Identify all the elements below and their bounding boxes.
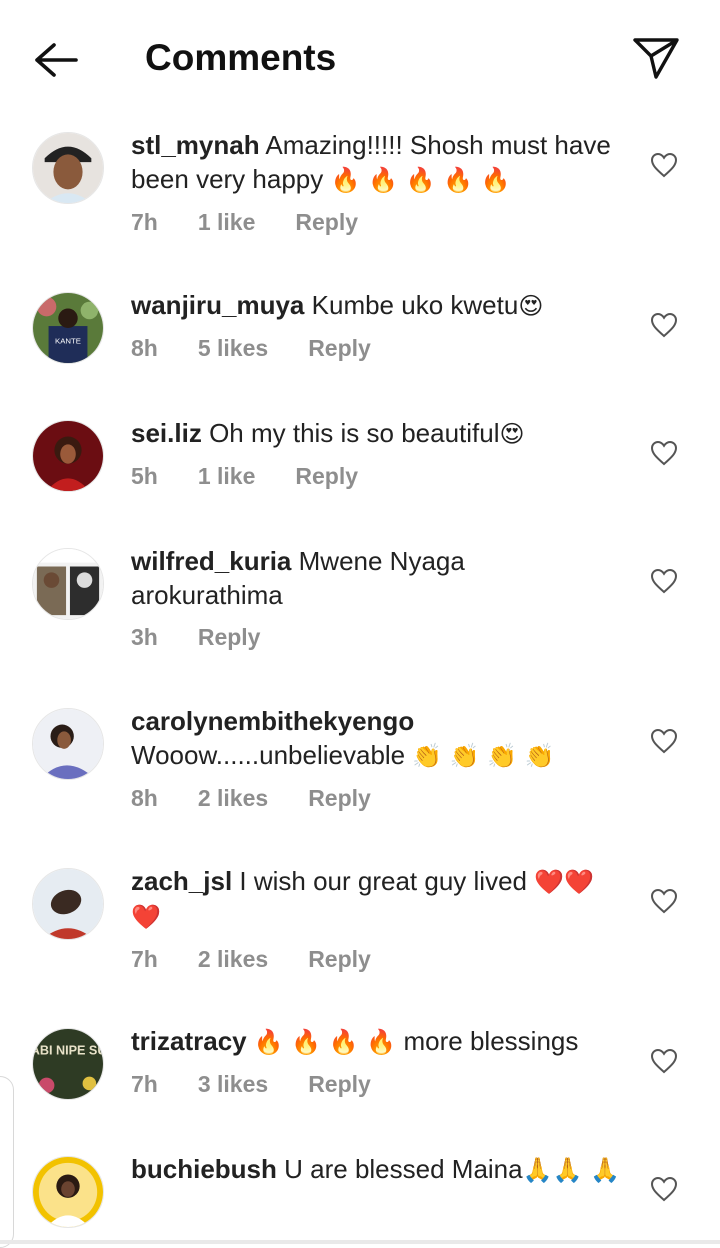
heart-outline-icon[interactable] <box>650 888 678 914</box>
like-count[interactable]: 3 likes <box>198 1067 268 1101</box>
comment-meta: 5h 1 like Reply <box>131 459 621 493</box>
comment-text: sei.liz Oh my this is so beautiful😍 <box>131 418 525 448</box>
timestamp: 7h <box>131 209 158 235</box>
reply-button[interactable]: Reply <box>308 781 371 815</box>
username[interactable]: sei.liz <box>131 418 202 448</box>
username[interactable]: wanjiru_muya <box>131 290 304 320</box>
comment-meta: 7h 2 likes Reply <box>131 942 621 976</box>
username[interactable]: wilfred_kuria <box>131 546 291 576</box>
heart-outline-icon[interactable] <box>650 440 678 466</box>
heart-outline-icon[interactable] <box>650 728 678 754</box>
comment-meta: 3h Reply <box>131 620 621 654</box>
reply-button[interactable]: Reply <box>295 205 358 239</box>
comment-text: wanjiru_muya Kumbe uko kwetu😍 <box>131 290 544 320</box>
username[interactable]: trizatracy <box>131 1026 247 1056</box>
avatar[interactable] <box>32 1156 104 1228</box>
page-title: Comments <box>145 37 337 78</box>
comment-body: sei.liz Oh my this is so beautiful😍 5h 1 … <box>131 416 621 493</box>
like-count[interactable]: 1 like <box>198 459 256 493</box>
timestamp: 7h <box>131 946 158 972</box>
comment-meta: 7h 1 like Reply <box>131 205 621 239</box>
like-count[interactable]: 2 likes <box>198 942 268 976</box>
comment-body: buchiebush U are blessed Maina🙏🙏 🙏 <box>131 1152 621 1187</box>
comment-body: wanjiru_muya Kumbe uko kwetu😍 8h 5 likes R… <box>131 288 621 365</box>
comment-body: zach_jsl I wish our great guy lived ❤️❤️… <box>131 864 621 976</box>
bottom-divider <box>0 1240 720 1244</box>
reply-button[interactable]: Reply <box>308 331 371 365</box>
avatar[interactable] <box>32 868 104 940</box>
reply-button[interactable]: Reply <box>198 620 261 654</box>
username[interactable]: carolynembithekyengo <box>131 706 414 736</box>
clapping-emoji: 👏 👏 👏 👏 <box>412 742 555 770</box>
fire-emoji: 🔥 🔥 🔥 🔥 <box>253 1028 397 1056</box>
paper-plane-icon <box>633 38 679 79</box>
comment-text: zach_jsl I wish our great guy lived ❤️❤️… <box>131 866 594 931</box>
edge-swipe-handle[interactable] <box>0 1076 14 1248</box>
like-count[interactable]: 2 likes <box>198 781 268 815</box>
header-bar: Comments <box>0 0 720 116</box>
heart-eyes-emoji: 😍 <box>518 292 544 320</box>
heart-outline-icon[interactable] <box>650 1176 678 1202</box>
comment-body: trizatracy 🔥 🔥 🔥 🔥 more blessings 7h 3 li… <box>131 1024 621 1101</box>
comment-text: buchiebush U are blessed Maina🙏🙏 🙏 <box>131 1154 620 1184</box>
username[interactable]: stl_mynah <box>131 130 260 160</box>
avatar[interactable] <box>32 420 104 492</box>
share-button[interactable] <box>628 30 684 86</box>
heart-outline-icon[interactable] <box>650 152 678 178</box>
comment-text: carolynembithekyengo Wooow......unbelieva… <box>131 706 555 770</box>
svg-text:KANTE: KANTE <box>55 337 81 346</box>
username[interactable]: buchiebush <box>131 1154 277 1184</box>
avatar[interactable] <box>32 132 104 204</box>
heart-outline-icon[interactable] <box>650 1048 678 1074</box>
heart-outline-icon[interactable] <box>650 568 678 594</box>
arrow-left-icon <box>35 43 78 77</box>
comment-text: stl_mynah Amazing!!!!! Shosh must have b… <box>131 130 611 194</box>
comment-body: stl_mynah Amazing!!!!! Shosh must have b… <box>131 128 621 239</box>
comment-meta: 7h 3 likes Reply <box>131 1067 621 1101</box>
like-count[interactable]: 5 likes <box>198 331 268 365</box>
svg-text:YA RABI NIPE SUBRA: YA RABI NIPE SUBRA <box>33 1043 103 1057</box>
comment-meta: 8h 2 likes Reply <box>131 781 621 815</box>
avatar[interactable]: YA RABI NIPE SUBRA <box>32 1028 104 1100</box>
comment-body: carolynembithekyengo Wooow......unbelieva… <box>131 704 621 815</box>
timestamp: 8h <box>131 785 158 811</box>
timestamp: 7h <box>131 1071 158 1097</box>
heart-outline-icon[interactable] <box>650 312 678 338</box>
timestamp: 5h <box>131 463 158 489</box>
timestamp: 8h <box>131 335 158 361</box>
like-count[interactable]: 1 like <box>198 205 256 239</box>
back-button[interactable] <box>28 36 84 84</box>
heart-eyes-emoji: 😍 <box>499 420 525 448</box>
reply-button[interactable]: Reply <box>295 459 358 493</box>
fire-emoji: 🔥 🔥 🔥 🔥 🔥 <box>330 166 511 194</box>
avatar[interactable] <box>32 548 104 620</box>
reply-button[interactable]: Reply <box>308 942 371 976</box>
timestamp: 3h <box>131 624 158 650</box>
comment-meta: 8h 5 likes Reply <box>131 331 621 365</box>
username[interactable]: zach_jsl <box>131 866 232 896</box>
comment-text: trizatracy 🔥 🔥 🔥 🔥 more blessings <box>131 1026 579 1056</box>
reply-button[interactable]: Reply <box>308 1067 371 1101</box>
comment-text: wilfred_kuria Mwene Nyaga arokurathima <box>131 546 465 610</box>
avatar[interactable] <box>32 708 104 780</box>
avatar[interactable]: KANTE <box>32 292 104 364</box>
comment-body: wilfred_kuria Mwene Nyaga arokurathima 3… <box>131 544 621 654</box>
praying-hands-emoji: 🙏🙏 🙏 <box>522 1156 620 1184</box>
